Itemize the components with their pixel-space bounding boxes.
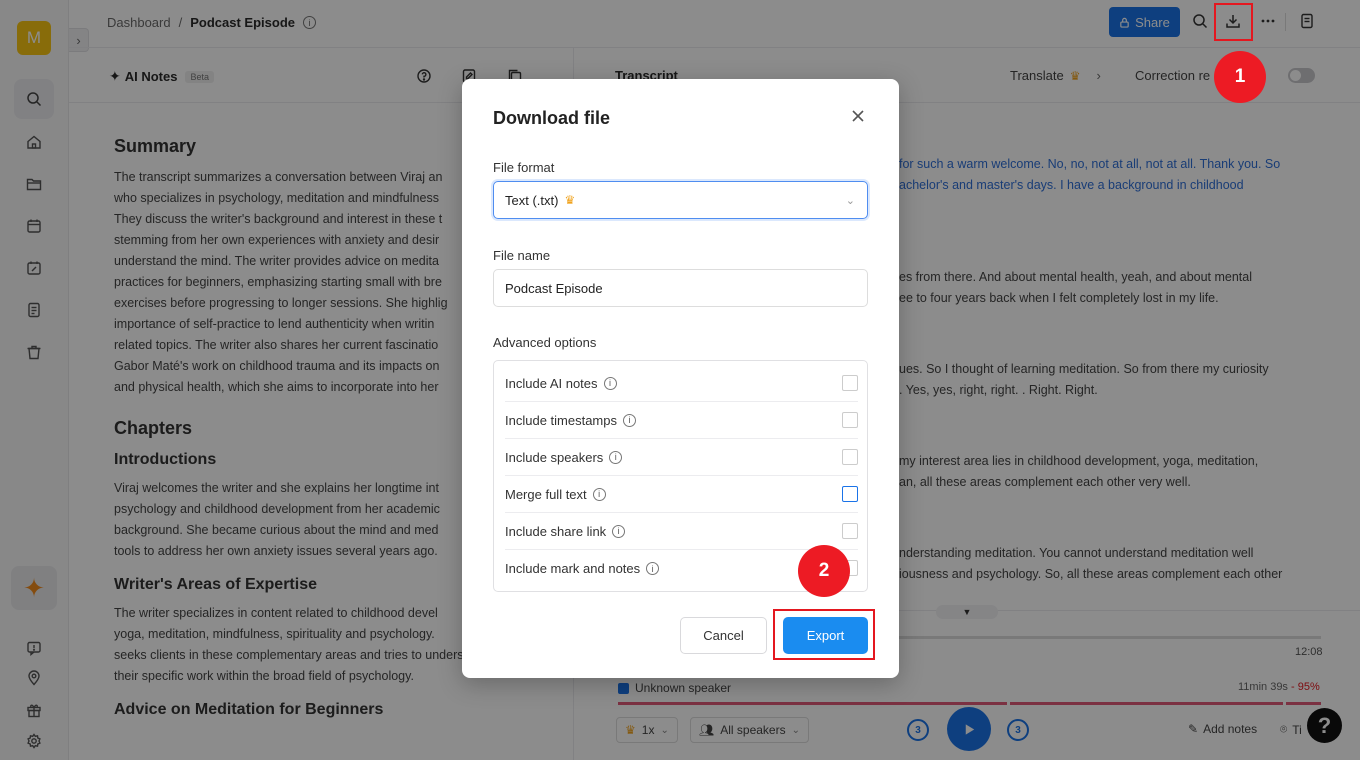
info-icon[interactable]: i <box>592 487 606 501</box>
option-label: Include mark and notes <box>505 561 641 576</box>
option-include-ai-notes[interactable]: Include AI notes i <box>505 365 858 402</box>
checkbox[interactable] <box>842 412 858 428</box>
step-1-badge: 1 <box>1214 51 1266 103</box>
file-name-input[interactable]: Podcast Episode <box>493 269 868 307</box>
info-icon[interactable]: i <box>646 562 660 575</box>
export-highlight-box <box>773 609 875 660</box>
step-2-badge: 2 <box>798 545 850 597</box>
option-label: Include timestamps <box>505 412 617 428</box>
info-icon[interactable]: i <box>603 376 617 390</box>
dialog-title: Download file <box>493 108 610 128</box>
file-format-label: File format <box>493 160 555 175</box>
file-format-value: Text (.txt) <box>505 192 559 208</box>
option-label: Include speakers <box>505 449 604 465</box>
option-label: Include AI notes <box>505 375 598 391</box>
checkbox[interactable] <box>842 375 858 391</box>
checkbox[interactable] <box>842 486 858 502</box>
option-label: Merge full text <box>505 486 587 502</box>
info-icon[interactable]: i <box>609 450 623 464</box>
info-icon[interactable]: i <box>612 524 626 538</box>
close-icon[interactable] <box>850 108 866 124</box>
option-merge-full-text[interactable]: Merge full text i <box>505 476 858 513</box>
chevron-down-icon: ⌄ <box>845 195 855 207</box>
option-include-timestamps[interactable]: Include timestamps i <box>505 402 858 439</box>
option-label: Include share link <box>505 523 607 539</box>
checkbox[interactable] <box>842 523 858 539</box>
crown-icon: ♛ <box>564 193 576 207</box>
checkbox[interactable] <box>842 449 858 465</box>
download-highlight-box <box>1214 3 1253 41</box>
info-icon[interactable]: i <box>623 413 636 427</box>
file-format-select[interactable]: Text (.txt) ♛ ⌄ <box>493 181 868 219</box>
cancel-button[interactable]: Cancel <box>680 617 767 654</box>
file-name-label: File name <box>493 248 551 263</box>
option-include-speakers[interactable]: Include speakers i <box>505 439 858 476</box>
advanced-options-label: Advanced options <box>493 335 597 350</box>
option-include-share-link[interactable]: Include share link i <box>505 513 858 550</box>
